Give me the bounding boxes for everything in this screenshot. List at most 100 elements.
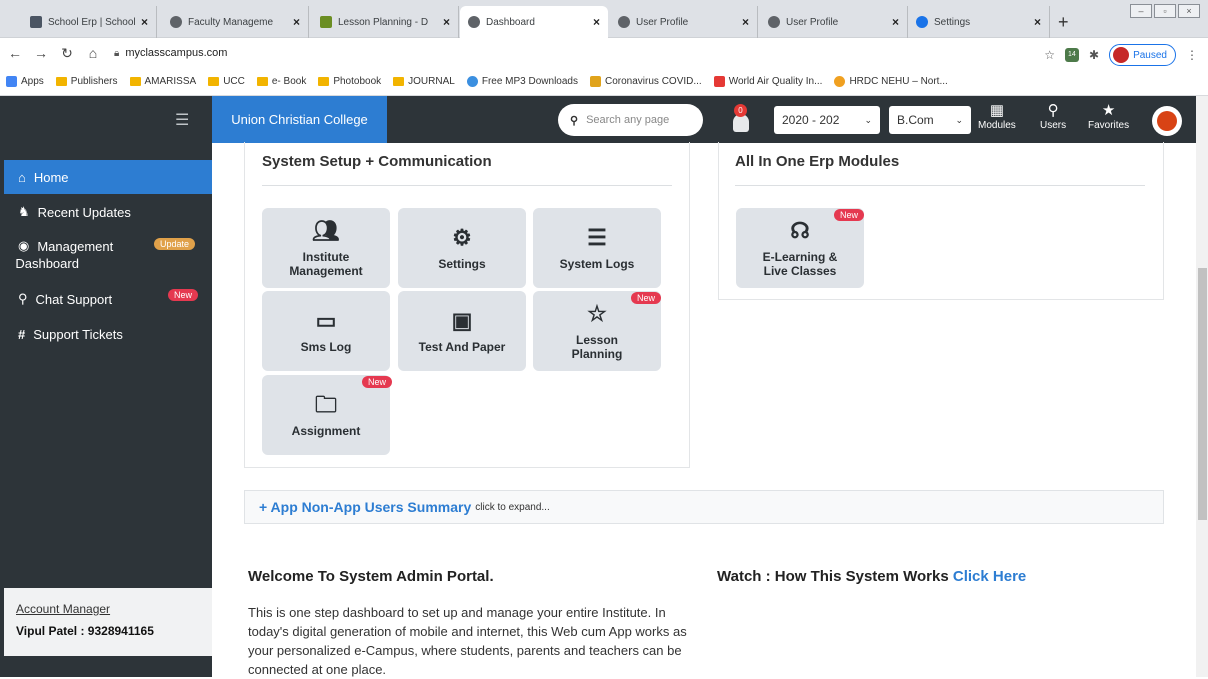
welcome-text: This is one step dashboard to set up and… xyxy=(248,605,687,677)
system-setup-title: System Setup + Communication xyxy=(262,153,492,170)
tile-test-and-paper[interactable]: ▣ Test And Paper xyxy=(398,291,526,371)
bookmark-ucc[interactable]: UCC xyxy=(208,76,245,87)
user-search-icon: ⚲ xyxy=(1047,102,1059,119)
tile-sms-log[interactable]: ▭ Sms Log xyxy=(262,291,390,371)
bookmark-publishers[interactable]: Publishers xyxy=(55,76,118,87)
globe-favicon-icon xyxy=(618,16,630,28)
server-icon: ☰ xyxy=(587,225,607,250)
sidebar-item-support-tickets[interactable]: # Support Tickets xyxy=(4,321,212,347)
gears-icon: ⚙ xyxy=(452,225,472,250)
inbox-icon: ▭ xyxy=(315,308,337,333)
favorites-button[interactable]: ★ Favorites xyxy=(1088,102,1129,131)
home-icon[interactable]: ⌂ xyxy=(82,45,104,61)
college-logo[interactable] xyxy=(1152,106,1182,136)
tab-user-profile-2[interactable]: User Profile × xyxy=(760,6,908,38)
academic-year-select[interactable]: 2020 - 202 ⌄ xyxy=(774,106,880,134)
bookmarks-bar: Apps Publishers AMARISSA UCC e- Book Pho… xyxy=(0,68,1208,96)
profile-paused-button[interactable]: Paused xyxy=(1109,44,1176,66)
watch-heading: Watch : How This System Works Click Here xyxy=(717,568,1027,585)
bookmark-ebook[interactable]: e- Book xyxy=(256,76,306,87)
apps-grid-icon xyxy=(6,76,17,87)
tab-dashboard[interactable]: Dashboard × xyxy=(460,6,608,38)
folder-icon xyxy=(318,77,330,86)
star-bookmark-icon[interactable]: ☆ xyxy=(1044,48,1055,62)
home-icon: ⌂ xyxy=(18,169,26,185)
browser-address-bar: ← → ↻ ⌂ 🔒︎ myclasscampus.com xyxy=(0,38,1208,68)
search-input[interactable]: ⚲ Search any page xyxy=(558,104,703,136)
welcome-title: Welcome To System Admin Portal. xyxy=(248,568,494,585)
tab-faculty-management[interactable]: Faculty Manageme × xyxy=(162,6,309,38)
extension-icon[interactable]: 14 xyxy=(1065,48,1080,62)
modules-button[interactable]: ▦ Modules xyxy=(978,102,1016,131)
bookmark-hrdc[interactable]: HRDC NEHU – Nort... xyxy=(834,76,948,87)
new-tab-icon[interactable]: + xyxy=(1058,12,1069,33)
account-manager-contact: Vipul Patel : 9328941165 xyxy=(16,624,154,638)
lock-icon: 🔒︎ xyxy=(114,47,120,59)
users-button[interactable]: ⚲ Users xyxy=(1040,102,1066,131)
folder-icon xyxy=(208,77,220,86)
tab-lesson-planning[interactable]: Lesson Planning - D × xyxy=(312,6,459,38)
close-tab-icon[interactable]: × xyxy=(443,15,450,29)
browser-toolbar-right: ☆ 14 ✱ Paused ⋮ xyxy=(1044,44,1198,66)
bookmark-apps[interactable]: Apps xyxy=(6,76,44,87)
puzzle-extensions-icon[interactable]: ✱ xyxy=(1089,48,1099,62)
college-name[interactable]: Union Christian College xyxy=(212,96,387,143)
browser-tab-strip: School Erp | School × Faculty Manageme × L… xyxy=(0,0,1208,38)
close-tab-icon[interactable]: × xyxy=(593,15,600,29)
close-window-icon[interactable]: × xyxy=(1178,4,1200,18)
close-tab-icon[interactable]: × xyxy=(892,15,899,29)
close-tab-icon[interactable]: × xyxy=(293,15,300,29)
close-tab-icon[interactable]: × xyxy=(1034,15,1041,29)
coronavirus-icon xyxy=(590,76,601,87)
close-tab-icon[interactable]: × xyxy=(141,15,148,29)
account-manager-box: Account Manager Vipul Patel : 9328941165 xyxy=(4,588,212,656)
maximize-icon[interactable]: ▫ xyxy=(1154,4,1176,18)
chat-icon: ⚲ xyxy=(18,291,28,306)
scrollbar-thumb[interactable] xyxy=(1198,268,1207,520)
red-cross-icon xyxy=(713,76,725,87)
folder-icon xyxy=(55,77,67,86)
chevron-down-icon: ⌄ xyxy=(955,114,963,125)
forward-arrow-icon[interactable]: → xyxy=(30,45,52,61)
tile-system-logs[interactable]: ☰ System Logs xyxy=(533,208,661,288)
click-here-link[interactable]: Click Here xyxy=(953,568,1026,585)
close-tab-icon[interactable]: × xyxy=(742,15,749,29)
tab-settings[interactable]: Settings × xyxy=(908,6,1050,38)
grid-icon: ▦ xyxy=(989,102,1004,119)
tab-school-erp[interactable]: School Erp | School × xyxy=(22,6,157,38)
bookmark-air-quality[interactable]: World Air Quality In... xyxy=(713,76,822,87)
sidebar-item-recent-updates[interactable]: ♞ Recent Updates xyxy=(4,198,212,226)
bookmark-journal[interactable]: JOURNAL xyxy=(393,76,455,87)
minimize-icon[interactable]: – xyxy=(1130,4,1152,18)
account-manager-label[interactable]: Account Manager xyxy=(16,602,212,616)
update-badge: Update xyxy=(154,238,196,250)
hamburger-menu-icon[interactable]: ☰ xyxy=(175,110,189,130)
bookmark-amarissa[interactable]: AMARISSA xyxy=(129,76,196,87)
bookmark-photobook[interactable]: Photobook xyxy=(318,76,381,87)
sidebar-item-home[interactable]: ⌂ Home xyxy=(4,160,212,194)
profile-avatar-icon xyxy=(1113,47,1130,63)
divider xyxy=(735,185,1145,186)
star-icon: ★ xyxy=(1101,102,1116,119)
menu-kebab-icon[interactable]: ⋮ xyxy=(1186,48,1198,62)
notification-bell-icon[interactable]: 0 xyxy=(730,104,752,134)
divider xyxy=(262,185,672,186)
course-select[interactable]: B.Com ⌄ xyxy=(889,106,971,134)
lesson-favicon-icon xyxy=(320,16,332,28)
star-outline-icon: ☆ xyxy=(587,301,607,326)
tile-institute-management[interactable]: 👥︎ Institute Management xyxy=(262,208,390,288)
back-arrow-icon[interactable]: ← xyxy=(4,45,26,61)
reload-icon[interactable]: ↻ xyxy=(56,45,78,62)
folder-icon xyxy=(129,77,141,86)
window-controls: – ▫ × xyxy=(1130,4,1200,18)
folder-icon xyxy=(256,77,268,86)
bookmark-coronavirus[interactable]: Coronavirus COVID... xyxy=(590,76,702,87)
url-field[interactable]: 🔒︎ myclasscampus.com xyxy=(114,47,227,59)
folder-outline-icon: 🗀︎ xyxy=(314,392,337,417)
new-badge: New xyxy=(834,209,865,221)
music-icon xyxy=(466,76,478,87)
tile-settings[interactable]: ⚙ Settings xyxy=(398,208,526,288)
users-summary-expander[interactable]: + App Non-App Users Summary click to expa… xyxy=(244,490,1164,524)
tab-user-profile-1[interactable]: User Profile × xyxy=(610,6,758,38)
bookmark-free-mp3[interactable]: Free MP3 Downloads xyxy=(466,76,578,87)
